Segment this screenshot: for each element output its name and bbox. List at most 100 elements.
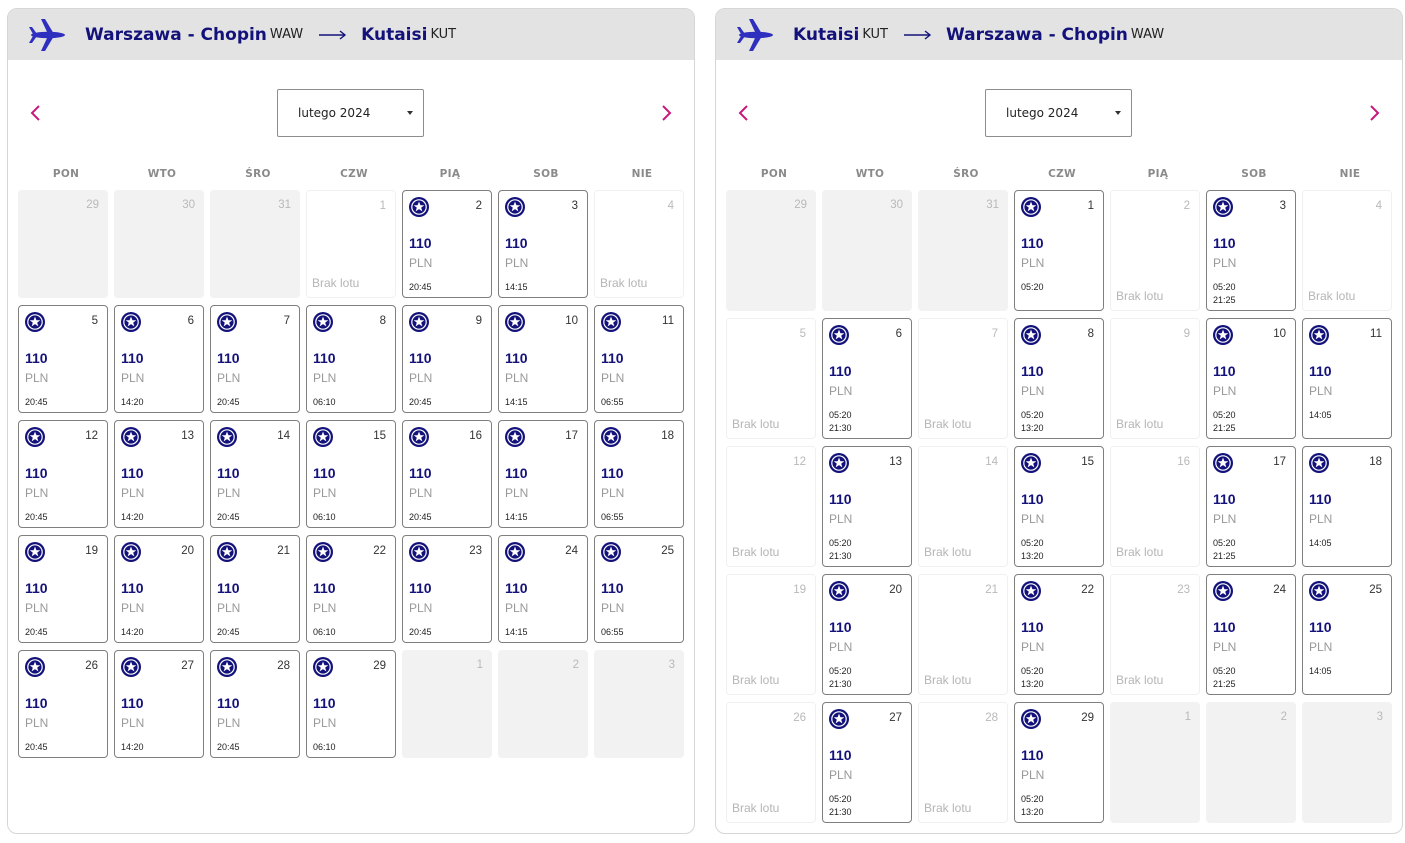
day-cell-available[interactable]: 22 110 PLN 05:20 13:20 [1014, 574, 1104, 695]
fare-price: 110 [1309, 491, 1332, 507]
day-cell-available[interactable]: 6 110 PLN 05:20 21:30 [822, 318, 912, 439]
day-cell-available[interactable]: 2 110 PLN 20:45 [402, 190, 492, 298]
day-cell-available[interactable]: 13 110 PLN 14:20 [114, 420, 204, 528]
star-badge-icon [1021, 325, 1041, 345]
day-cell-available[interactable]: 20 110 PLN 14:20 [114, 535, 204, 643]
day-cell-available[interactable]: 20 110 PLN 05:20 21:30 [822, 574, 912, 695]
weekday-label: WTO [855, 168, 885, 180]
day-cell-available[interactable]: 10 110 PLN 05:20 21:25 [1206, 318, 1296, 439]
day-cell-available[interactable]: 16 110 PLN 20:45 [402, 420, 492, 528]
star-badge-icon [217, 657, 237, 677]
departure-time: 13:20 [1021, 807, 1044, 817]
star-badge-icon [217, 542, 237, 562]
departure-time: 06:10 [313, 742, 336, 752]
fare-price: 110 [409, 350, 432, 366]
chevron-left-icon[interactable] [734, 103, 754, 123]
day-cell-available[interactable]: 24 110 PLN 14:15 [498, 535, 588, 643]
star-badge-icon [1213, 453, 1233, 473]
departure-time: 20:45 [25, 627, 48, 637]
day-cell-available[interactable]: 6 110 PLN 14:20 [114, 305, 204, 413]
chevron-left-icon[interactable] [26, 103, 46, 123]
month-select[interactable]: lutego 2024 [277, 89, 424, 137]
day-cell-other-month: 31 [918, 190, 1008, 311]
fare-currency: PLN [601, 486, 625, 500]
day-cell-other-month: 3 [594, 650, 684, 758]
no-flight-label: Brak lotu [312, 276, 360, 290]
departure-times: 05:20 13:20 [1021, 665, 1044, 691]
day-cell-available[interactable]: 11 110 PLN 14:05 [1302, 318, 1392, 439]
day-cell-available[interactable]: 22 110 PLN 06:10 [306, 535, 396, 643]
day-number: 9 [475, 315, 482, 327]
day-cell-available[interactable]: 3 110 PLN 05:20 21:25 [1206, 190, 1296, 311]
departure-times: 14:15 [505, 511, 528, 524]
departure-time: 14:20 [121, 742, 144, 752]
day-number: 10 [1273, 328, 1286, 340]
chevron-right-icon[interactable] [1364, 103, 1384, 123]
day-cell-available[interactable]: 24 110 PLN 05:20 21:25 [1206, 574, 1296, 695]
day-cell-available[interactable]: 29 110 PLN 05:20 13:20 [1014, 702, 1104, 823]
day-cell-available[interactable]: 14 110 PLN 20:45 [210, 420, 300, 528]
departure-time: 05:20 [1213, 282, 1236, 292]
day-cell-available[interactable]: 27 110 PLN 05:20 21:30 [822, 702, 912, 823]
day-cell-available[interactable]: 10 110 PLN 14:15 [498, 305, 588, 413]
day-number: 6 [187, 315, 194, 327]
plane-icon [29, 18, 65, 51]
chevron-right-icon[interactable] [656, 103, 676, 123]
fare-price: 110 [1021, 747, 1044, 763]
day-cell-available[interactable]: 18 110 PLN 06:55 [594, 420, 684, 528]
day-cell-available[interactable]: 11 110 PLN 06:55 [594, 305, 684, 413]
fare-price: 110 [1213, 491, 1236, 507]
departure-times: 20:45 [25, 396, 48, 409]
no-flight-label: Brak lotu [1116, 545, 1164, 559]
star-badge-icon [601, 427, 621, 447]
day-cell-available[interactable]: 29 110 PLN 06:10 [306, 650, 396, 758]
weekday-label: WTO [147, 168, 177, 180]
star-badge-icon [409, 197, 429, 217]
fare-currency: PLN [1021, 384, 1045, 398]
day-cell-available[interactable]: 15 110 PLN 06:10 [306, 420, 396, 528]
day-cell-available[interactable]: 17 110 PLN 05:20 21:25 [1206, 446, 1296, 567]
fare-price: 110 [121, 465, 144, 481]
day-cell-available[interactable]: 23 110 PLN 20:45 [402, 535, 492, 643]
departure-times: 05:20 21:30 [829, 409, 852, 435]
day-cell-available[interactable]: 19 110 PLN 20:45 [18, 535, 108, 643]
fare-currency: PLN [121, 716, 145, 730]
departure-times: 14:15 [505, 626, 528, 639]
departure-time: 05:20 [1021, 666, 1044, 676]
day-cell-available[interactable]: 12 110 PLN 20:45 [18, 420, 108, 528]
day-cell-available[interactable]: 8 110 PLN 06:10 [306, 305, 396, 413]
day-cell-available[interactable]: 25 110 PLN 06:55 [594, 535, 684, 643]
departure-times: 05:20 [1021, 281, 1044, 294]
day-cell-available[interactable]: 8 110 PLN 05:20 13:20 [1014, 318, 1104, 439]
departure-times: 20:45 [217, 511, 240, 524]
day-cell-available[interactable]: 21 110 PLN 20:45 [210, 535, 300, 643]
day-cell-available[interactable]: 28 110 PLN 20:45 [210, 650, 300, 758]
departure-time: 13:20 [1021, 423, 1044, 433]
fare-currency: PLN [121, 371, 145, 385]
day-cell-available[interactable]: 9 110 PLN 20:45 [402, 305, 492, 413]
day-cell-available[interactable]: 17 110 PLN 14:15 [498, 420, 588, 528]
fare-price: 110 [1021, 491, 1044, 507]
fare-currency: PLN [121, 486, 145, 500]
month-select[interactable]: lutego 2024 [985, 89, 1132, 137]
day-number: 29 [794, 199, 807, 211]
day-cell-available[interactable]: 26 110 PLN 20:45 [18, 650, 108, 758]
day-cell-available[interactable]: 5 110 PLN 20:45 [18, 305, 108, 413]
day-cell-available[interactable]: 15 110 PLN 05:20 13:20 [1014, 446, 1104, 567]
day-cell-other-month: 30 [822, 190, 912, 311]
fare-currency: PLN [829, 512, 853, 526]
weekday-label: PON [760, 168, 788, 180]
month-navigation: lutego 2024 [8, 89, 694, 137]
day-cell-available[interactable]: 13 110 PLN 05:20 21:30 [822, 446, 912, 567]
day-cell-available[interactable]: 3 110 PLN 14:15 [498, 190, 588, 298]
day-cell-other-month: 31 [210, 190, 300, 298]
day-cell-available[interactable]: 7 110 PLN 20:45 [210, 305, 300, 413]
day-cell-available[interactable]: 25 110 PLN 14:05 [1302, 574, 1392, 695]
departure-times: 05:20 13:20 [1021, 409, 1044, 435]
day-cell-no-flight: 26 Brak lotu [726, 702, 816, 823]
day-cell-available[interactable]: 18 110 PLN 14:05 [1302, 446, 1392, 567]
star-badge-icon [121, 427, 141, 447]
day-cell-available[interactable]: 27 110 PLN 14:20 [114, 650, 204, 758]
day-cell-available[interactable]: 1 110 PLN 05:20 [1014, 190, 1104, 311]
day-number: 14 [277, 430, 290, 442]
